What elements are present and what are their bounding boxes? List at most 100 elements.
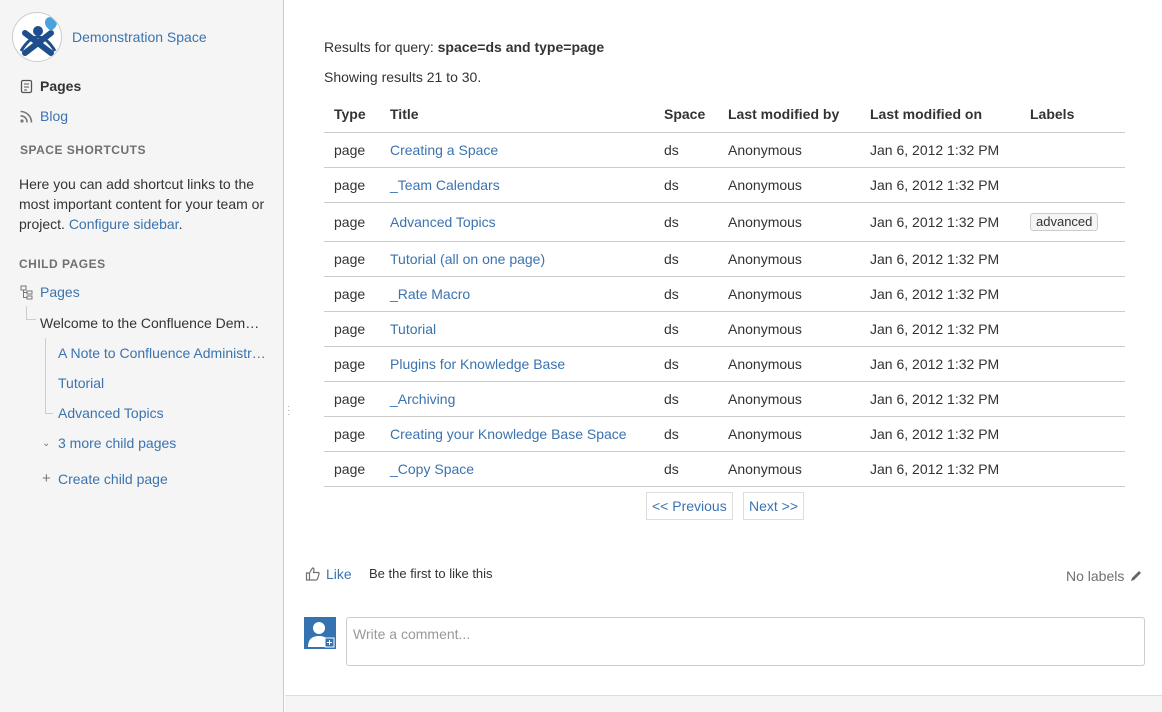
cell-space: ds — [664, 213, 679, 230]
tree-item-welcome[interactable]: Welcome to the Confluence Demonstration … — [40, 315, 266, 331]
more-child-pages-link[interactable]: ⌄ 3 more child pages — [42, 435, 176, 451]
cell-title-link[interactable]: Creating a Space — [390, 142, 498, 158]
create-child-page-link[interactable]: + Create child page — [42, 470, 168, 487]
sidebar-item-pages[interactable]: Pages — [19, 78, 81, 94]
col-labels: Labels — [1020, 97, 1125, 133]
rss-icon — [19, 109, 34, 124]
labels-area: No labels — [1066, 568, 1143, 584]
cell-type: page — [334, 460, 366, 477]
table-cell: Jan 6, 2012 1:32 PM — [860, 416, 1020, 452]
table-cell: Anonymous — [718, 416, 860, 452]
table-cell — [1020, 451, 1125, 487]
table-cell: ds — [654, 132, 718, 168]
table-cell: Anonymous — [718, 346, 860, 382]
cell-space: ds — [664, 176, 679, 193]
cell-space: ds — [664, 390, 679, 407]
comment-input[interactable]: Write a comment... — [346, 617, 1145, 666]
cell-type: page — [334, 176, 366, 193]
cell-type: page — [334, 250, 366, 267]
table-cell: ds — [654, 167, 718, 203]
cell-title-link[interactable]: Tutorial (all on one page) — [390, 251, 545, 267]
cell-title-link[interactable]: Tutorial — [390, 321, 436, 337]
cell-title-link[interactable]: _Team Calendars — [390, 177, 500, 193]
table-cell: _Rate Macro — [380, 276, 654, 312]
cell-title-link[interactable]: _Rate Macro — [390, 286, 470, 302]
table-cell: Jan 6, 2012 1:32 PM — [860, 276, 1020, 312]
like-button[interactable]: Like — [305, 566, 352, 582]
label-badge[interactable]: advanced — [1030, 212, 1099, 231]
table-cell: page — [324, 132, 380, 168]
page-tree-icon — [20, 285, 34, 300]
tree-item-note-admins[interactable]: A Note to Confluence Administrators — [58, 345, 270, 361]
tree-item-advanced-topics[interactable]: Advanced Topics — [58, 405, 164, 421]
table-cell: Jan 6, 2012 1:32 PM — [860, 381, 1020, 417]
cell-modified-on: Jan 6, 2012 1:32 PM — [870, 213, 1000, 230]
table-cell: ds — [654, 346, 718, 382]
table-cell: page — [324, 451, 380, 487]
table-header-row: Type Title Space Last modified by Last m… — [324, 97, 1125, 133]
no-labels-text: No labels — [1066, 568, 1125, 584]
cell-type: page — [334, 390, 366, 407]
cell-title-link[interactable]: Plugins for Knowledge Base — [390, 356, 565, 372]
table-row: page Creating your Knowledge Base Space ds… — [324, 416, 1125, 452]
space-shortcuts-heading: SPACE SHORTCUTS — [20, 143, 146, 157]
col-title: Title — [380, 97, 654, 133]
user-avatar — [304, 617, 336, 649]
table-cell: Tutorial — [380, 311, 654, 347]
results-count: Showing results 21 to 30. — [324, 69, 482, 85]
cell-modified-by: Anonymous — [728, 390, 802, 407]
table-cell: _Copy Space — [380, 451, 654, 487]
table-cell: Anonymous — [718, 202, 860, 242]
table-cell: advanced — [1020, 202, 1125, 242]
tree-root-pages[interactable]: Pages — [20, 284, 80, 300]
table-cell: Anonymous — [718, 451, 860, 487]
previous-page-button[interactable]: << Previous — [646, 492, 733, 520]
cell-space: ds — [664, 141, 679, 158]
cell-modified-on: Jan 6, 2012 1:32 PM — [870, 250, 1000, 267]
table-cell: Advanced Topics — [380, 202, 654, 242]
table-cell — [1020, 167, 1125, 203]
table-cell: Anonymous — [718, 241, 860, 277]
configure-sidebar-link[interactable]: Configure sidebar — [69, 216, 179, 232]
table-cell — [1020, 311, 1125, 347]
table-cell: page — [324, 241, 380, 277]
table-row: page Tutorial (all on one page) ds Anonymou… — [324, 241, 1125, 277]
table-row: page Tutorial ds Anonymous Jan 6, 2012 1:32 … — [324, 311, 1125, 347]
cell-type: page — [334, 285, 366, 302]
table-row: page _Rate Macro ds Anonymous Jan 6, 2012 1:… — [324, 276, 1125, 312]
chevron-down-icon: ⌄ — [42, 437, 51, 449]
cell-modified-by: Anonymous — [728, 250, 802, 267]
cell-title-link[interactable]: Creating your Knowledge Base Space — [390, 426, 627, 442]
col-type: Type — [324, 97, 380, 133]
tree-connector — [45, 338, 53, 414]
tree-connector — [26, 306, 36, 320]
cell-type: page — [334, 213, 366, 230]
cell-type: page — [334, 320, 366, 337]
table-row: page _Archiving ds Anonymous Jan 6, 2012 1:3… — [324, 381, 1125, 417]
cell-modified-on: Jan 6, 2012 1:32 PM — [870, 460, 1000, 477]
cell-title-link[interactable]: Advanced Topics — [390, 214, 496, 230]
table-cell: Jan 6, 2012 1:32 PM — [860, 202, 1020, 242]
next-page-button[interactable]: Next >> — [743, 492, 805, 520]
table-cell: Anonymous — [718, 276, 860, 312]
cell-space: ds — [664, 355, 679, 372]
sidebar-item-label: Blog — [40, 108, 69, 124]
query-value: space=ds and type=page — [437, 39, 605, 55]
cell-title-link[interactable]: _Copy Space — [390, 461, 474, 477]
table-row: page _Copy Space ds Anonymous Jan 6, 2012 1:… — [324, 451, 1125, 487]
pencil-icon[interactable] — [1129, 569, 1143, 583]
table-cell: Plugins for Knowledge Base — [380, 346, 654, 382]
cell-title-link[interactable]: _Archiving — [390, 391, 455, 407]
table-cell: Anonymous — [718, 132, 860, 168]
table-cell: Jan 6, 2012 1:32 PM — [860, 132, 1020, 168]
cell-modified-on: Jan 6, 2012 1:32 PM — [870, 176, 1000, 193]
sidebar: Demonstration Space Pages Blog SPACE SHO… — [0, 0, 284, 712]
space-logo[interactable] — [12, 12, 62, 62]
table-row: page Advanced Topics ds Anonymous Jan 6, 201… — [324, 202, 1125, 242]
table-cell: Creating your Knowledge Base Space — [380, 416, 654, 452]
sidebar-item-blog[interactable]: Blog — [19, 108, 68, 124]
space-name-link[interactable]: Demonstration Space — [72, 29, 207, 45]
tree-item-tutorial[interactable]: Tutorial — [58, 375, 104, 391]
cell-modified-on: Jan 6, 2012 1:32 PM — [870, 390, 1000, 407]
space-header: Demonstration Space — [12, 12, 207, 62]
